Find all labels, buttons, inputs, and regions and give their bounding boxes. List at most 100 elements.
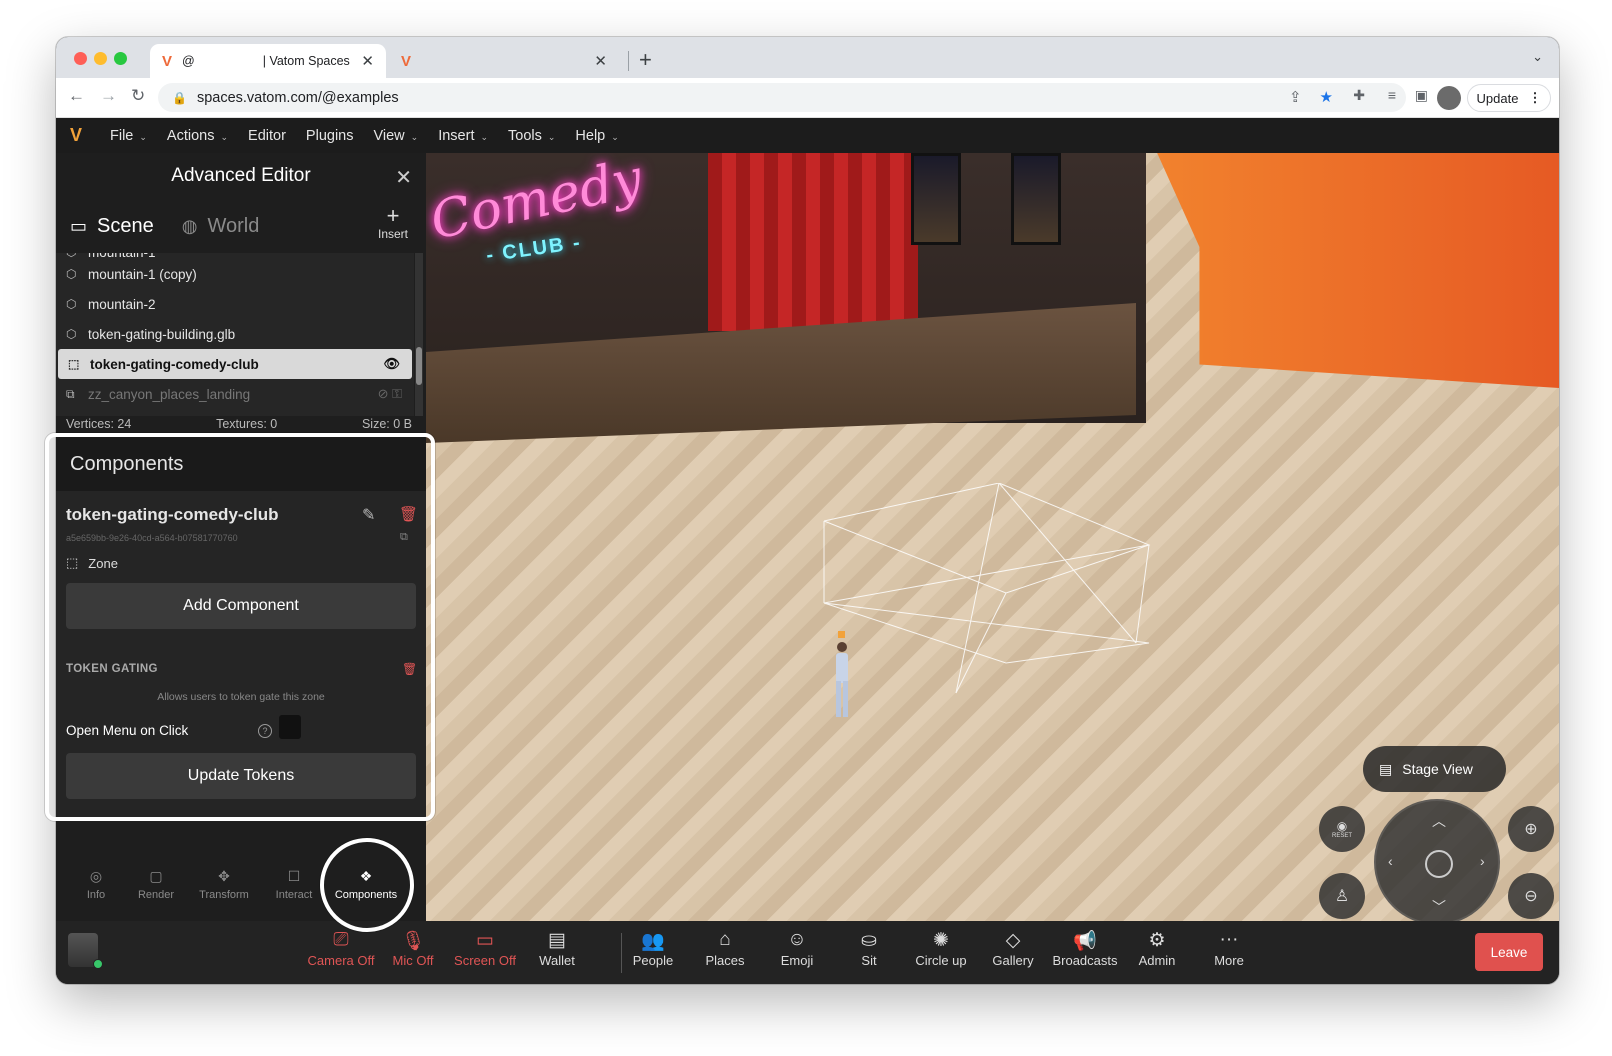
menu-help[interactable]: Help ⌄ xyxy=(575,128,618,144)
admin-button[interactable]: ⚙ Admin xyxy=(1122,929,1192,968)
zone-wireframe[interactable] xyxy=(816,483,1156,713)
menu-label: Plugins xyxy=(305,127,354,144)
tab-transform[interactable]: ✥ Transform xyxy=(186,859,262,909)
zoom-in-button[interactable]: ⊕ xyxy=(1508,806,1554,852)
joystick-center[interactable] xyxy=(1425,850,1453,878)
menu-file[interactable]: File ⌄ xyxy=(110,128,147,144)
tab-world[interactable]: ◍ World xyxy=(182,215,260,238)
tab-scene[interactable]: ▭ Scene xyxy=(70,215,154,238)
tree-item[interactable]: ⬡ token-gating-building.glb xyxy=(56,319,414,349)
plus-icon: + xyxy=(386,203,400,228)
chevron-left-icon[interactable]: ‹ xyxy=(1388,853,1393,869)
share-icon[interactable]: ⇪ xyxy=(1289,88,1302,106)
scene-viewport[interactable]: Comedy - CLUB - ▤ Stage View ◉ RESET ♙ ⊕… xyxy=(426,153,1559,921)
zoom-out-button[interactable]: ⊖ xyxy=(1508,873,1554,919)
chevron-up-icon[interactable]: ︿ xyxy=(1432,811,1446,831)
avatar-leg xyxy=(836,681,841,717)
cube-icon: ⬡ xyxy=(66,267,77,281)
chevron-right-icon[interactable]: › xyxy=(1480,853,1485,869)
forward-arrow-icon[interactable]: → xyxy=(100,86,117,106)
insert-button[interactable]: + Insert xyxy=(378,203,408,242)
profile-avatar[interactable] xyxy=(1437,86,1461,110)
vatom-logo-icon[interactable]: V xyxy=(56,125,96,146)
vatom-favicon-icon: V xyxy=(401,52,412,70)
group-icon: ⧉ xyxy=(66,386,75,401)
broadcasts-label: Broadcasts xyxy=(1052,953,1118,968)
chevron-down-icon: ⌄ xyxy=(547,131,556,142)
browser-tab-active[interactable]: V @ | Vatom Spaces ✕ xyxy=(150,44,386,78)
circle-up-icon: ✺ xyxy=(933,930,949,951)
stage-curtain xyxy=(708,153,918,331)
browser-update-button[interactable]: Update ⋮ xyxy=(1467,84,1551,112)
screen-label: Screen Off xyxy=(454,953,516,968)
reset-view-button[interactable]: ◉ RESET xyxy=(1319,806,1365,852)
stage-view-button[interactable]: ▤ Stage View xyxy=(1363,746,1506,792)
side-panel-icon[interactable]: ▣ xyxy=(1415,87,1428,104)
address-bar[interactable]: 🔒 spaces.vatom.com/@examples xyxy=(158,83,1406,112)
eye-icon[interactable]: 👁 xyxy=(383,356,400,372)
tab-interact[interactable]: ☐ Interact xyxy=(262,859,326,909)
circle-up-button[interactable]: ✺ Circle up xyxy=(906,929,976,968)
more-button[interactable]: ··· More xyxy=(1194,929,1264,968)
zone-icon: ⬚ xyxy=(68,357,80,371)
sit-icon: ⛀ xyxy=(861,930,877,951)
menu-label: Tools xyxy=(508,127,542,144)
emoji-button[interactable]: ☺ Emoji xyxy=(762,929,832,968)
back-arrow-icon[interactable]: ← xyxy=(68,86,85,106)
menu-view[interactable]: View ⌄ xyxy=(373,128,418,144)
tab-render[interactable]: ▢ Render xyxy=(126,859,186,909)
tree-item-label: token-gating-building.glb xyxy=(88,326,236,342)
tree-item-label: token-gating-comedy-club xyxy=(90,356,259,372)
menu-label: Help xyxy=(575,127,606,144)
admin-icon: ⚙ xyxy=(1148,930,1166,951)
scrollbar-thumb[interactable] xyxy=(416,347,422,385)
tab-search-chevron-icon[interactable]: ⌄ xyxy=(1532,49,1543,65)
tree-item[interactable]: ⬡ mountain-2 xyxy=(56,289,414,319)
avatar-mode-button[interactable]: ♙ xyxy=(1319,873,1365,919)
reload-icon[interactable]: ↻ xyxy=(131,86,145,106)
browser-tab-inactive[interactable]: V ✕ xyxy=(389,44,619,78)
close-window-button[interactable] xyxy=(74,52,87,65)
components-highlight-box xyxy=(45,433,435,821)
hidden-lock-icons[interactable]: ⊘ ⚿ xyxy=(378,386,402,402)
menu-editor[interactable]: Editor xyxy=(248,128,286,144)
tab-close-icon[interactable]: ✕ xyxy=(361,52,374,70)
menu-insert[interactable]: Insert ⌄ xyxy=(438,128,488,144)
menu-actions[interactable]: Actions ⌄ xyxy=(167,128,228,144)
extensions-puzzle-icon[interactable]: ✚ xyxy=(1353,87,1365,104)
tree-scrollbar[interactable] xyxy=(415,253,423,416)
people-icon: 👥 xyxy=(641,931,665,952)
chevron-down-icon[interactable]: ﹀ xyxy=(1432,897,1446,917)
new-tab-icon[interactable]: + xyxy=(639,47,652,73)
menu-plugins[interactable]: Plugins xyxy=(306,128,354,144)
bookmark-star-icon[interactable]: ★ xyxy=(1320,88,1333,106)
camera-toggle-button[interactable]: ⎚ Camera Off xyxy=(306,929,376,968)
omnibox-actions: ⇪ ★ xyxy=(1289,88,1333,106)
menu-tools[interactable]: Tools ⌄ xyxy=(508,128,555,144)
tree-item-selected[interactable]: ⬚ token-gating-comedy-club 👁 xyxy=(58,349,412,379)
mic-toggle-button[interactable]: 🎙 Mic Off xyxy=(378,929,448,968)
gallery-button[interactable]: ◇ Gallery xyxy=(978,929,1048,968)
screen-share-button[interactable]: ▭ Screen Off xyxy=(450,929,520,968)
media-control-icon[interactable]: ≡ xyxy=(1388,87,1396,103)
leave-button[interactable]: Leave xyxy=(1475,933,1543,971)
minimize-window-button[interactable] xyxy=(94,52,107,65)
tree-item[interactable]: ⧉ zz_canyon_places_landing ⊘ ⚿ xyxy=(56,379,414,409)
places-button[interactable]: ⌂ Places xyxy=(690,929,760,968)
render-icon: ▢ xyxy=(149,867,163,884)
tab-info[interactable]: ◎ Info xyxy=(66,859,126,909)
cube-icon: ⬡ xyxy=(66,253,88,259)
zoom-out-icon: ⊖ xyxy=(1524,888,1538,905)
close-editor-icon[interactable]: ✕ xyxy=(395,165,412,190)
broadcasts-button[interactable]: 📢 Broadcasts xyxy=(1050,929,1120,968)
movement-joystick[interactable]: ︿ ﹀ ‹ › xyxy=(1374,799,1500,921)
tree-item-label: mountain-2 xyxy=(88,296,156,312)
user-avatar-character[interactable] xyxy=(828,631,856,723)
sit-button[interactable]: ⛀ Sit xyxy=(834,929,904,968)
tab-close-icon[interactable]: ✕ xyxy=(594,52,607,70)
people-button[interactable]: 👥 People xyxy=(618,929,688,968)
maximize-window-button[interactable] xyxy=(114,52,127,65)
tree-item[interactable]: ⬡ mountain-1 (copy) xyxy=(56,259,414,289)
wall-poster xyxy=(1011,153,1061,245)
wallet-button[interactable]: ▤ Wallet xyxy=(522,929,592,968)
